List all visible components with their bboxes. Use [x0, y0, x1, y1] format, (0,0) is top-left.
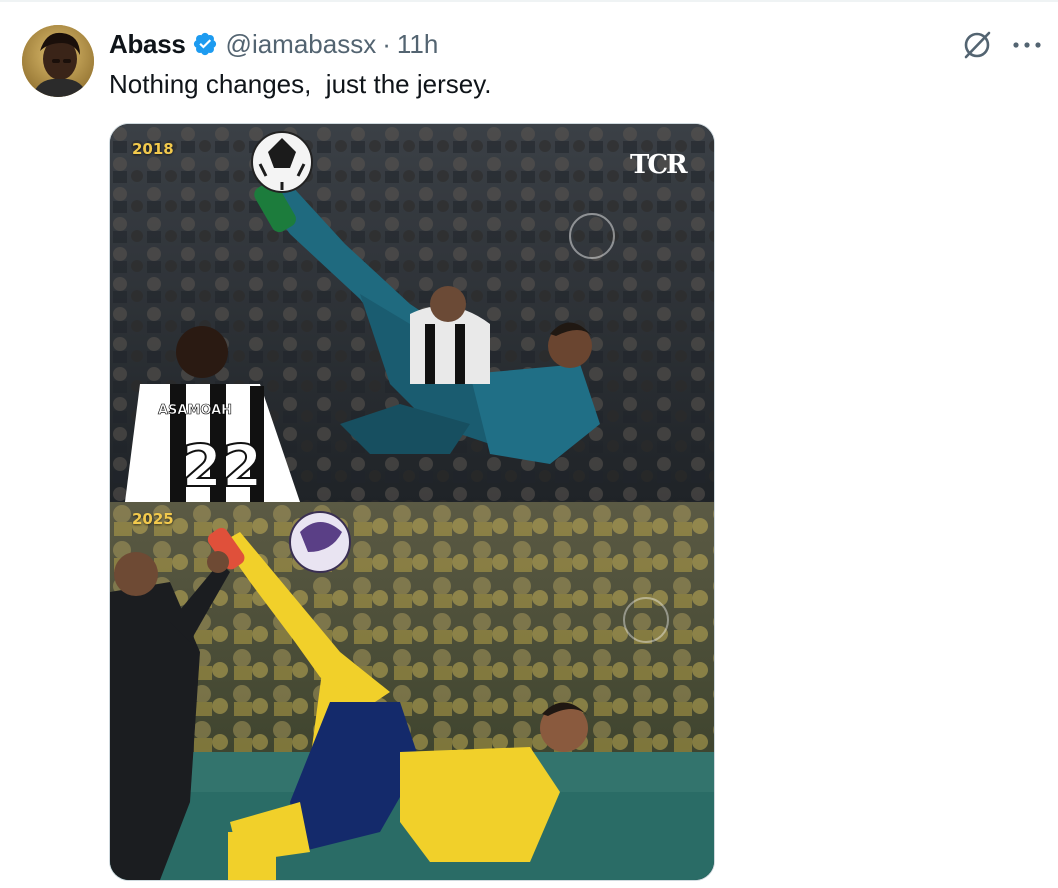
tweet-text: Nothing changes, just the jersey. [109, 69, 492, 99]
more-icon[interactable] [1010, 30, 1044, 60]
avatar-image [22, 25, 94, 97]
photo-2018: ASAMOAH 22 2018 TCR [110, 124, 714, 502]
display-name[interactable]: Abass [109, 29, 186, 60]
verified-badge-icon[interactable] [192, 31, 218, 57]
year-label-2018: 2018 [132, 140, 174, 158]
jersey-name: ASAMOAH [158, 403, 232, 418]
top-divider [0, 0, 1058, 2]
separator-dot: · [382, 28, 391, 59]
timestamp[interactable]: 11h [397, 29, 438, 60]
author-handle[interactable]: @iamabassx [226, 29, 377, 60]
tcr-watermark: TCR [630, 150, 688, 180]
tweet-header: Abass @iamabassx · 11h [109, 27, 438, 61]
year-label-2025: 2025 [132, 510, 174, 528]
avatar[interactable] [22, 25, 94, 97]
jersey-number: 22 [182, 432, 263, 500]
grok-icon[interactable] [960, 28, 994, 62]
tweet-page: Abass @iamabassx · 11h Nothing changes, … [0, 0, 1058, 888]
tweet-media[interactable]: ASAMOAH 22 2018 TCR 2025 [109, 123, 715, 881]
photo-2025: 2025 [110, 502, 714, 880]
